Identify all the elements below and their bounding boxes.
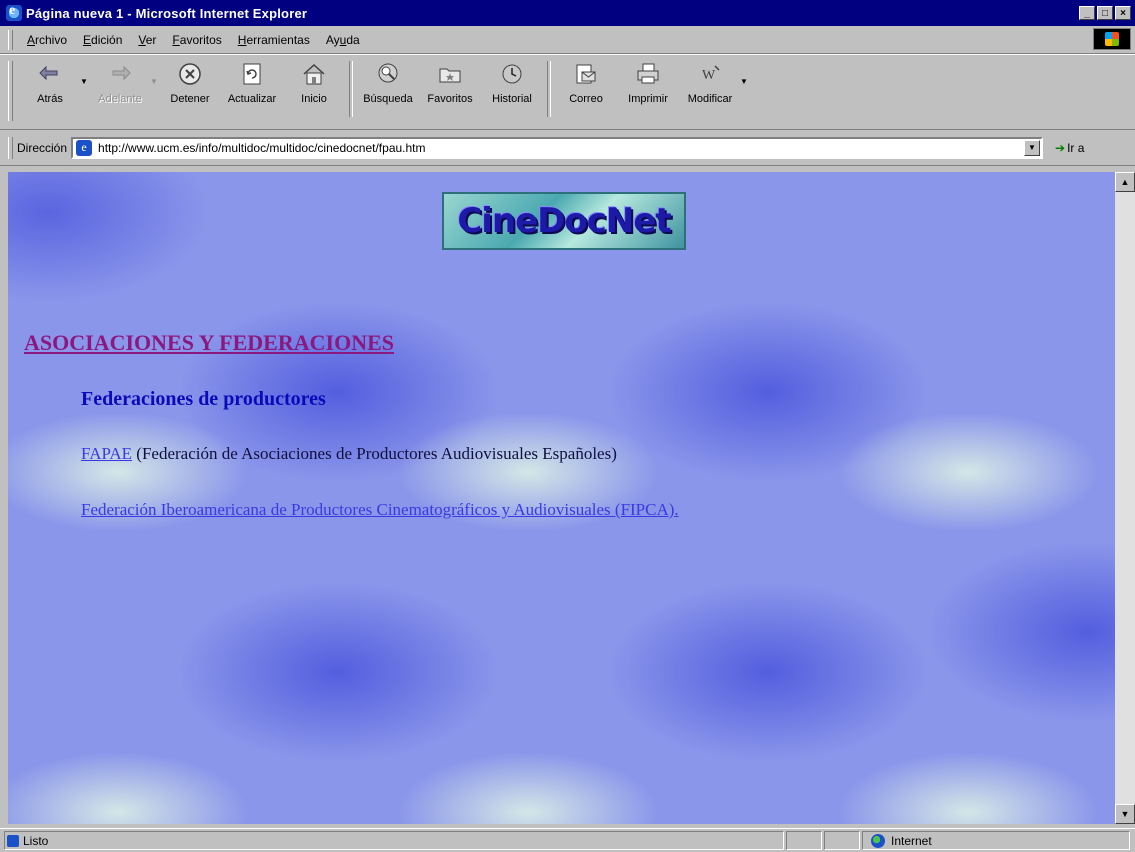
address-url[interactable]: http://www.ucm.es/info/multidoc/multidoc… [98,141,426,155]
toolbar-separator [349,61,353,117]
favorites-label: Favoritos [427,93,473,105]
refresh-button[interactable]: Actualizar [221,61,283,105]
standard-toolbar: Atrás ▼ Adelante ▼ Detener Actualizar In… [0,54,1135,130]
fapae-link[interactable]: FAPAE [81,444,132,463]
history-label: Historial [492,93,532,105]
status-bar: Listo Internet [0,828,1135,852]
subheading: Federaciones de productores [81,388,326,410]
list-item: Federación Iberoamericana de Productores… [81,500,679,520]
toolbar-separator [547,61,551,117]
history-button[interactable]: Historial [481,61,543,105]
forward-button[interactable]: Adelante [89,61,151,105]
fapae-description: (Federación de Asociaciones de Productor… [132,444,617,463]
address-dropdown-icon[interactable]: ▼ [1024,139,1041,156]
scroll-up-icon[interactable]: ▲ [1115,172,1135,192]
menu-grip[interactable] [8,29,13,50]
favorites-button[interactable]: Favoritos [419,61,481,105]
forward-arrow-icon [107,61,133,87]
refresh-icon [239,61,265,87]
fipca-link[interactable]: Federación Iberoamericana de Productores… [81,500,679,519]
menu-archivo[interactable]: Archivo [19,33,75,47]
title-bar: Página nueva 1 - Microsoft Internet Expl… [0,0,1135,26]
home-button[interactable]: Inicio [283,61,345,105]
menu-edicion[interactable]: Edición [75,33,130,47]
mail-label: Correo [569,93,603,105]
favorites-folder-icon [437,61,463,87]
page-status-icon [7,834,19,847]
stop-button[interactable]: Detener [159,61,221,105]
svg-text:W: W [702,68,716,83]
search-label: Búsqueda [363,93,413,105]
back-button[interactable]: Atrás [19,61,81,105]
menu-herramientas[interactable]: Herramientas [230,33,318,47]
toolbar-grip[interactable] [8,61,13,121]
scroll-down-icon[interactable]: ▼ [1115,804,1135,824]
stop-label: Detener [170,93,210,105]
mail-icon [573,61,599,87]
address-grip[interactable] [8,136,13,159]
print-label: Imprimir [628,93,668,105]
zone-label: Internet [891,833,932,848]
back-arrow-icon [37,61,63,87]
address-bar: Dirección e http://www.ucm.es/info/multi… [0,130,1135,166]
menu-favoritos[interactable]: Favoritos [164,33,229,47]
edit-button[interactable]: W Modificar [679,61,741,105]
section-title: ASOCIACIONES Y FEDERACIONES [24,330,394,355]
status-main: Listo [4,831,784,850]
logo-text: CineDocNet [457,201,671,241]
history-icon [499,61,525,87]
minimize-button[interactable]: _ [1079,6,1095,20]
edit-label: Modificar [687,93,733,105]
go-arrow-icon: ➔ [1055,140,1066,155]
home-label: Inicio [301,93,327,105]
mail-button[interactable]: Correo [555,61,617,105]
security-zone[interactable]: Internet [862,831,1130,850]
globe-icon [871,833,885,848]
printer-icon [635,61,661,87]
search-button[interactable]: Búsqueda [357,61,419,105]
page-icon: e [76,139,93,156]
status-pane [824,831,860,850]
windows-logo-icon [1093,28,1131,50]
stop-icon [177,61,203,87]
cinedocnet-logo: CineDocNet [442,192,686,250]
menu-ver[interactable]: Ver [130,33,164,47]
home-icon [301,61,327,87]
window-title: Página nueva 1 - Microsoft Internet Expl… [26,5,308,21]
list-item: FAPAE (Federación de Asociaciones de Pro… [81,444,617,464]
menu-bar: Archivo Edición Ver Favoritos Herramient… [0,26,1135,54]
status-text: Listo [23,833,49,848]
close-button[interactable]: × [1115,6,1131,20]
print-button[interactable]: Imprimir [617,61,679,105]
go-label: Ir a [1067,140,1085,155]
menu-ayuda[interactable]: Ayuda [318,33,368,47]
go-button[interactable]: ➔ Ir a [1055,141,1084,155]
page-viewport: CineDocNet ASOCIACIONES Y FEDERACIONES F… [8,172,1115,824]
search-globe-icon [375,61,401,87]
back-label: Atrás [37,93,63,105]
forward-label: Adelante [98,93,142,105]
window-controls: _ □ × [1079,6,1131,20]
refresh-label: Actualizar [227,93,277,105]
maximize-button[interactable]: □ [1097,6,1113,20]
edit-page-icon: W [697,61,723,87]
address-input[interactable]: e http://www.ucm.es/info/multidoc/multid… [71,136,1044,159]
status-pane [786,831,822,850]
address-label: Dirección [17,140,68,155]
vertical-scrollbar[interactable]: ▲ ▼ [1115,172,1135,824]
ie-app-icon [6,3,22,21]
